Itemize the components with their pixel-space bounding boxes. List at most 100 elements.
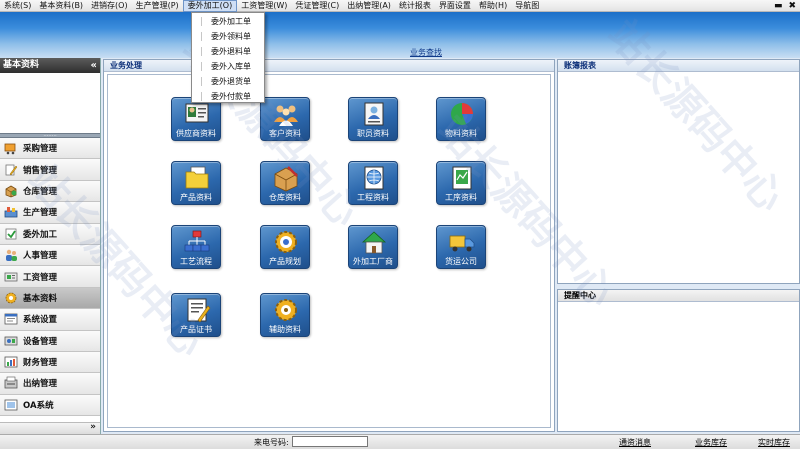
tile-product-certificate[interactable]: 产品证书	[171, 293, 221, 337]
equipment-icon	[4, 334, 18, 348]
dropdown-item-outsourcing-order[interactable]: 委外加工单	[192, 14, 264, 29]
business-stock-link[interactable]: 业务库存	[695, 437, 727, 448]
tile-label: 仓库资料	[269, 193, 301, 202]
incoming-call-input[interactable]	[292, 436, 368, 447]
sidebar-header: 基本资料 «	[0, 58, 100, 73]
window-controls: ▬ ✖	[774, 0, 796, 12]
outsourcing-dropdown-menu: 委外加工单 委外领料单 委外退料单 委外入库单 委外退货单 委外付款单	[191, 12, 265, 103]
sidebar-item-warehouse[interactable]: 仓库管理	[0, 180, 100, 203]
globe-document-icon	[360, 164, 388, 192]
menu-system[interactable]: 系统(S)	[0, 0, 35, 12]
sidebar-item-hr[interactable]: 人事管理	[0, 244, 100, 267]
tile-process[interactable]: 工序资料	[436, 161, 486, 205]
sidebar-scroll-bar[interactable]: »	[0, 422, 100, 434]
menu-navigation[interactable]: 导航图	[511, 0, 543, 12]
sidebar-item-cashier[interactable]: 出纳管理	[0, 373, 100, 395]
incoming-call-label: 来电号码:	[254, 438, 289, 447]
gear-icon	[4, 291, 18, 305]
sidebar-item-label: 基本资料	[23, 293, 58, 304]
sidebar-item-oa[interactable]: OA系统	[0, 394, 100, 417]
scroll-down-icon[interactable]: »	[90, 422, 96, 432]
sidebar-item-label: 财务管理	[23, 358, 58, 369]
sidebar-item-equipment[interactable]: 设备管理	[0, 330, 100, 352]
tile-label: 客户资料	[269, 129, 301, 138]
pie-chart-icon	[448, 100, 476, 128]
sidebar-item-basic-data[interactable]: 基本资料	[0, 287, 100, 310]
pen-icon	[4, 163, 18, 177]
ledger-report-panel: 账簿报表	[557, 59, 800, 284]
tile-engineering[interactable]: 工程资料	[348, 161, 398, 205]
sidebar-item-label: 委外加工	[23, 229, 58, 240]
dropdown-item-goods-return[interactable]: 委外退货单	[192, 74, 264, 89]
menu-basic-data[interactable]: 基本资料(B)	[35, 0, 87, 12]
menu-reports[interactable]: 统计报表	[395, 0, 435, 12]
business-tile-area: 供应商资料 客户资料 职员资料 物料资料 产品资料 仓库资料 工程资料 工序资料…	[107, 74, 551, 428]
menu-inventory[interactable]: 进销存(O)	[87, 0, 132, 12]
tile-external-factory[interactable]: 外加工厂商	[348, 225, 398, 269]
menu-production[interactable]: 生产管理(P)	[132, 0, 183, 12]
tile-employee[interactable]: 职员资料	[348, 97, 398, 141]
tile-material[interactable]: 物料资料	[436, 97, 486, 141]
menu-ui-settings[interactable]: 界面设置	[435, 0, 475, 12]
sidebar-item-label: OA系统	[23, 400, 54, 411]
sidebar-item-payroll[interactable]: 工资管理	[0, 266, 100, 288]
sidebar-item-label: 采购管理	[23, 144, 58, 155]
cart-icon	[4, 141, 18, 155]
settings-window-icon	[4, 312, 18, 326]
tile-label: 工序资料	[445, 193, 477, 202]
menu-cashier[interactable]: 出纳管理(A)	[343, 0, 395, 12]
outsourcing-icon	[4, 227, 18, 241]
menu-outsourcing[interactable]: 委外加工(O)	[182, 0, 238, 12]
sidebar-item-outsourcing[interactable]: 委外加工	[0, 223, 100, 245]
dropdown-item-material-requisition[interactable]: 委外领料单	[192, 29, 264, 44]
tile-freight-company[interactable]: 货运公司	[436, 225, 486, 269]
finance-icon	[4, 355, 18, 369]
sidebar-item-system-settings[interactable]: 系统设置	[0, 309, 100, 331]
business-search-link[interactable]: 业务查找	[410, 47, 442, 58]
tile-process-flow[interactable]: 工艺流程	[171, 225, 221, 269]
house-icon	[360, 228, 388, 256]
header-banner: 业务查找	[0, 12, 800, 58]
sidebar-item-label: 系统设置	[23, 315, 58, 326]
tile-label: 辅助资料	[269, 325, 301, 334]
sidebar-item-purchasing[interactable]: 采购管理	[0, 138, 100, 160]
reminder-panel-title: 提醒中心	[558, 290, 799, 302]
tile-label: 职员资料	[357, 129, 389, 138]
tile-label: 工艺流程	[180, 257, 212, 266]
sidebar-item-sales[interactable]: 销售管理	[0, 159, 100, 181]
tile-label: 外加工厂商	[353, 257, 393, 266]
tile-auxiliary-data[interactable]: 辅助资料	[260, 293, 310, 337]
dropdown-item-material-return[interactable]: 委外退料单	[192, 44, 264, 59]
close-button[interactable]: ✖	[788, 1, 796, 11]
business-panel: 业务处理 供应商资料 客户资料 职员资料 物料资料 产品资料 仓库资料 工程资料…	[103, 59, 555, 432]
sidebar-item-label: 生产管理	[23, 208, 58, 219]
employee-card-icon	[360, 100, 388, 128]
tile-warehouse[interactable]: 仓库资料	[260, 161, 310, 205]
cashier-icon	[4, 376, 18, 390]
collapse-icon[interactable]: «	[91, 58, 97, 73]
tile-label: 物料资料	[445, 129, 477, 138]
people-icon	[4, 248, 18, 262]
sidebar-item-label: 设备管理	[23, 336, 58, 347]
dropdown-item-inbound-order[interactable]: 委外入库单	[192, 59, 264, 74]
sidebar-item-production[interactable]: 生产管理	[0, 202, 100, 224]
menu-help[interactable]: 帮助(H)	[475, 0, 511, 12]
sidebar-item-label: 人事管理	[23, 251, 58, 262]
tile-label: 工程资料	[357, 193, 389, 202]
message-link[interactable]: 通资消息	[619, 437, 651, 448]
tile-product-plan[interactable]: 产品规划	[260, 225, 310, 269]
dropdown-item-payment-order[interactable]: 委外付款单	[192, 89, 264, 104]
tile-label: 产品证书	[180, 325, 212, 334]
tile-product[interactable]: 产品资料	[171, 161, 221, 205]
customers-icon	[272, 100, 300, 128]
tile-label: 产品规划	[269, 257, 301, 266]
minimize-button[interactable]: ▬	[774, 1, 783, 11]
sidebar-content-area	[0, 73, 100, 133]
sidebar-item-finance[interactable]: 财务管理	[0, 351, 100, 374]
tile-label: 产品资料	[180, 193, 212, 202]
tile-customer[interactable]: 客户资料	[260, 97, 310, 141]
menu-payroll[interactable]: 工资管理(W)	[237, 0, 291, 12]
menu-voucher[interactable]: 凭证管理(C)	[291, 0, 343, 12]
realtime-stock-link[interactable]: 实时库存	[758, 437, 790, 448]
process-sheet-icon	[448, 164, 476, 192]
